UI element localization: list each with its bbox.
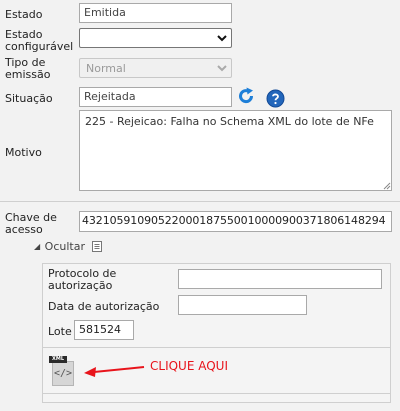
motivo-textarea[interactable]: 225 - Rejeicao: Falha no Schema XML do l… [79,110,392,191]
estado-configuravel-label: Estado configurável [5,29,73,53]
divider [43,393,390,394]
lote-label: Lote [48,325,72,338]
chave-acesso-field[interactable]: 4321059109052200018755001000090037180614… [79,211,392,232]
list-icon [92,241,103,252]
xml-file-body: </> [52,361,74,386]
chave-acesso-label-line2: acesso [5,223,43,236]
tipo-emissao-value: Normal [86,62,126,75]
help-icon[interactable] [266,89,285,108]
tipo-emissao-label: Tipo de emissão [5,57,50,81]
situacao-field[interactable]: Rejeitada [79,87,232,107]
tipo-emissao-label-line2: emissão [5,68,51,81]
ocultar-label: Ocultar [44,240,85,253]
data-autorizacao-label: Data de autorização [48,300,160,313]
triangle-down-icon: ◢ [34,242,41,251]
protocolo-label-line2: autorização [48,279,113,292]
tipo-emissao-select[interactable]: Normal [79,58,232,78]
chevron-down-icon [217,65,227,72]
resize-handle-icon[interactable] [383,182,391,190]
clique-aqui-annotation: CLIQUE AQUI [150,359,228,373]
ocultar-toggle[interactable]: ◢ Ocultar [34,240,103,254]
xml-code-symbol: </> [53,368,73,379]
estado-field[interactable]: Emitida [79,3,232,23]
divider [43,347,390,348]
estado-configuravel-select[interactable] [79,28,232,48]
chevron-down-icon [217,35,227,42]
arrow-left-icon [84,366,145,377]
data-autorizacao-field[interactable] [178,295,307,315]
estado-label: Estado [5,8,43,21]
motivo-label: Motivo [5,146,42,159]
estado-configuravel-label-line2: configurável [5,40,74,53]
protocolo-field[interactable] [178,269,382,289]
chave-acesso-label: Chave de acesso [5,212,57,236]
protocolo-label: Protocolo de autorização [48,268,116,292]
situacao-label: Situação [5,92,53,105]
refresh-icon[interactable] [236,86,256,106]
xml-tag: XML [49,356,67,363]
lote-field[interactable]: 581524 [74,320,134,340]
xml-file-icon[interactable]: </> XML [49,356,75,386]
divider [0,201,400,202]
